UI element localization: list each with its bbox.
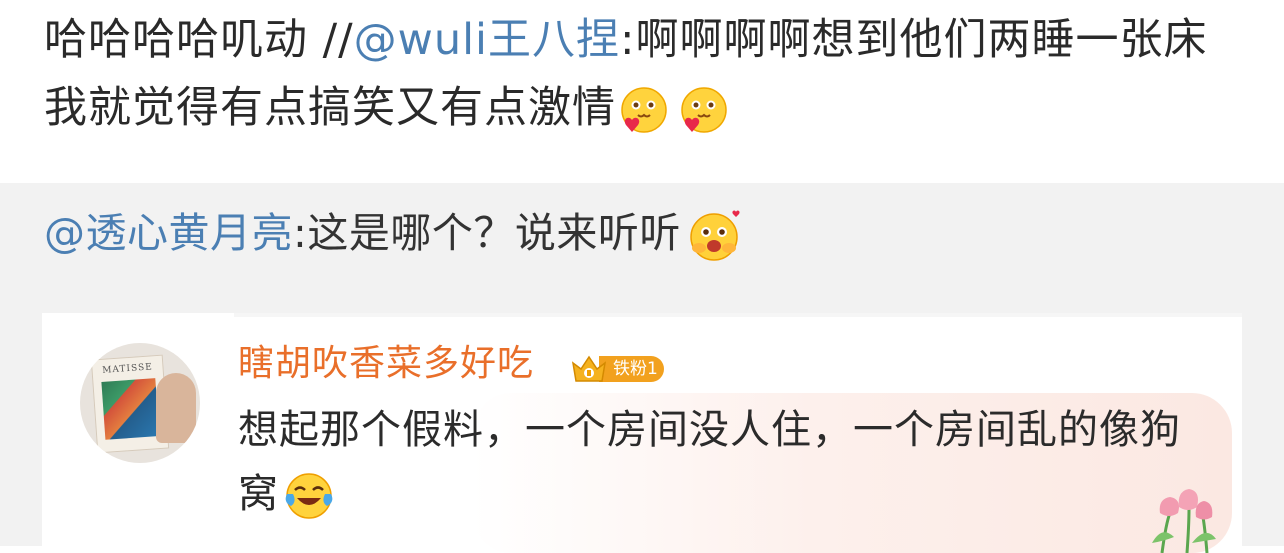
card-divider xyxy=(234,313,1242,317)
comment-text-block: 想起那个假料，一个房间没人住，一个房间乱的像狗窝 xyxy=(238,398,1198,526)
love-face-icon xyxy=(678,85,730,137)
comment-text: 想起那个假料，一个房间没人住，一个房间乱的像狗窝 xyxy=(238,407,1181,517)
crown-icon xyxy=(569,353,609,385)
avatar-book-art xyxy=(101,378,160,440)
comment-card[interactable]: MATISSE 瞎胡吹香菜多好吃 铁粉1 想起那个假料，一个房间没人住，一个房间… xyxy=(42,313,1242,553)
fan-badge[interactable]: 铁粉1 xyxy=(569,353,664,385)
laugh-cry-icon xyxy=(283,470,335,522)
comment-username[interactable]: 瞎胡吹香菜多好吃 xyxy=(238,338,534,390)
mention-link-wuli[interactable]: @wuli王八捏 xyxy=(354,15,620,65)
repost-text-block: 哈哈哈哈叽动 //@wuli王八捏:啊啊啊啊想到他们两睡一张床我就觉得有点搞笑又… xyxy=(44,6,1244,142)
mention-link-yueliang[interactable]: @透心黄月亮 xyxy=(44,209,293,257)
avatar[interactable]: MATISSE xyxy=(80,343,200,463)
repost-prefix: 哈哈哈哈叽动 // xyxy=(44,15,354,65)
quoted-post[interactable]: @透心黄月亮:这是哪个？说来听听 MATISSE 瞎胡吹香菜多好吃 铁粉1 想起… xyxy=(0,183,1284,553)
quoted-text: :这是哪个？说来听听 xyxy=(293,209,681,257)
tulip-flowers-icon xyxy=(1132,483,1232,553)
avatar-book-title: MATISSE xyxy=(102,362,154,376)
love-face-icon xyxy=(618,85,670,137)
quoted-text-block: @透心黄月亮:这是哪个？说来听听 xyxy=(44,203,743,264)
excited-face-icon xyxy=(687,208,743,264)
avatar-hand xyxy=(156,373,196,443)
repost-content: 哈哈哈哈叽动 //@wuli王八捏:啊啊啊啊想到他们两睡一张床我就觉得有点搞笑又… xyxy=(0,0,1284,183)
